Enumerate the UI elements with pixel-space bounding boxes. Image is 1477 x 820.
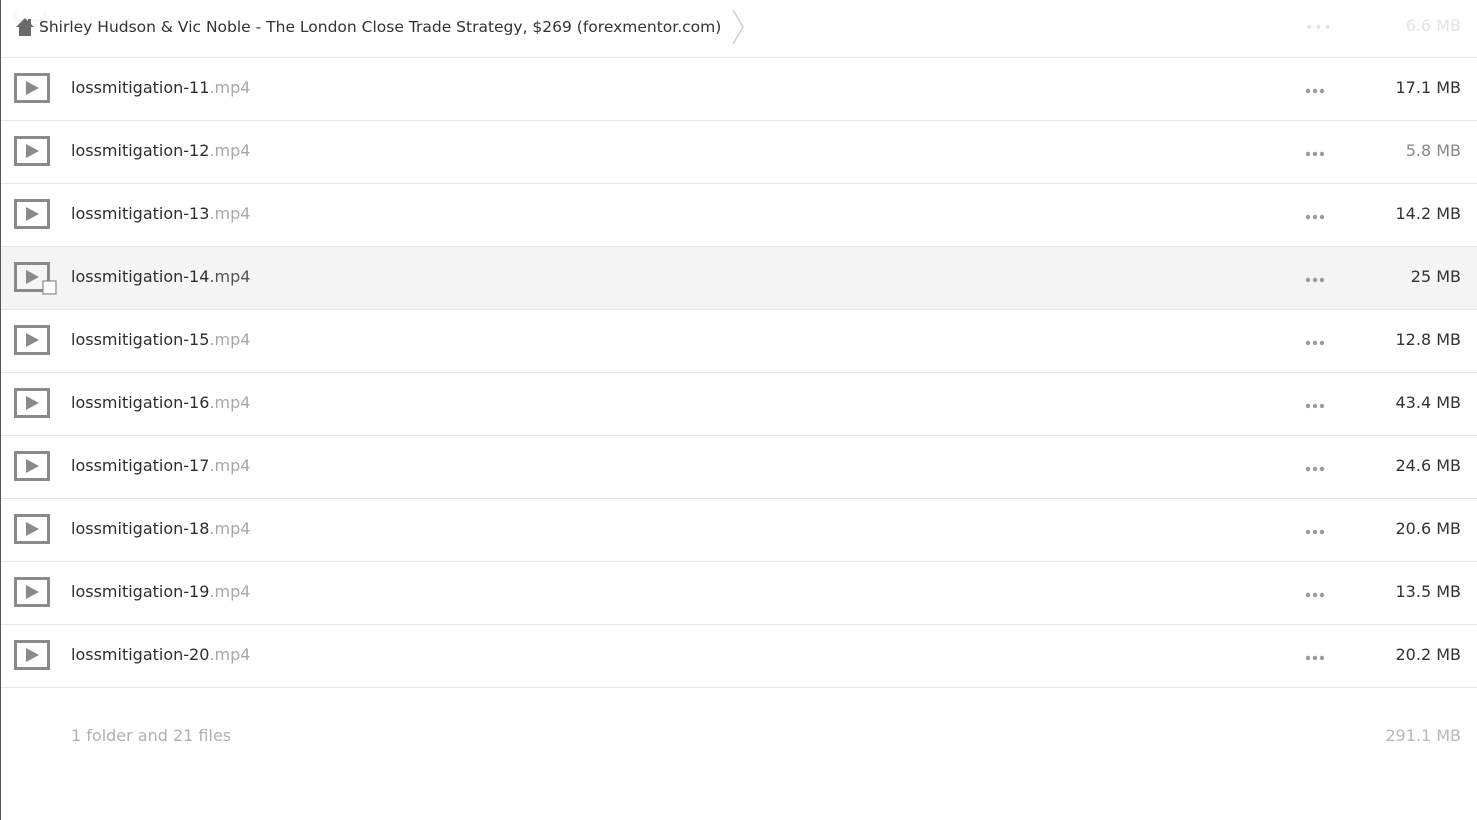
- more-options-icon: [1305, 529, 1325, 535]
- file-extension: .mp4: [209, 330, 251, 349]
- file-row[interactable]: lossmitigation-15.mp4 12.8 MB: [1, 310, 1477, 373]
- video-file-icon: [14, 199, 50, 229]
- file-list: lossmitigation-11.mp4 17.1 MB lossmitiga…: [1, 58, 1477, 688]
- folder-summary: 1 folder and 21 files 291.1 MB: [1, 718, 1477, 758]
- file-name[interactable]: lossmitigation-18.mp4: [71, 519, 250, 538]
- file-name-base: lossmitigation-11: [71, 78, 210, 97]
- file-name[interactable]: lossmitigation-12.mp4: [71, 141, 250, 160]
- file-row[interactable]: lossmitigation-17.mp4 24.6 MB: [1, 436, 1477, 499]
- file-extension: .mp4: [209, 582, 251, 601]
- more-options-icon: [1305, 88, 1325, 94]
- more-options-button[interactable]: [1301, 269, 1329, 291]
- breadcrumb-current-folder[interactable]: Shirley Hudson & Vic Noble - The London …: [39, 18, 721, 36]
- file-size: 6.6 MB: [1405, 16, 1461, 35]
- chevron-right-icon: [732, 9, 745, 45]
- file-name[interactable]: lossmitigation-19.mp4: [71, 582, 250, 601]
- file-name-base: lossmitigation-14: [71, 267, 210, 286]
- more-options-button[interactable]: [1301, 206, 1329, 228]
- more-options-icon: •••: [1305, 20, 1333, 36]
- file-size: 5.8 MB: [1405, 141, 1461, 160]
- file-name-base: lossmitigation-20: [71, 645, 210, 664]
- more-options-button[interactable]: [1301, 647, 1329, 669]
- file-size: 43.4 MB: [1395, 393, 1462, 412]
- file-extension: .mp4: [209, 78, 251, 97]
- file-extension: .mp4: [209, 456, 251, 475]
- video-file-icon: [14, 262, 57, 295]
- more-options-icon: [1305, 592, 1325, 598]
- select-checkbox[interactable]: [42, 280, 57, 295]
- file-name-base: lossmitigation-18: [71, 519, 210, 538]
- more-options-button[interactable]: [1301, 395, 1329, 417]
- file-row[interactable]: lossmitigation-11.mp4 17.1 MB: [1, 58, 1477, 121]
- video-file-icon: [14, 514, 50, 544]
- file-name-base: lossmitigation-12: [71, 141, 210, 160]
- more-options-icon: [1305, 466, 1325, 472]
- total-size: 291.1 MB: [1385, 726, 1461, 745]
- video-file-icon: [14, 136, 50, 166]
- file-name[interactable]: lossmitigation-14.mp4: [71, 267, 250, 286]
- file-name-base: lossmitigation-13: [71, 204, 210, 223]
- file-extension: .mp4: [209, 141, 251, 160]
- more-options-button[interactable]: [1301, 521, 1329, 543]
- home-icon[interactable]: [15, 17, 35, 37]
- more-options-button[interactable]: [1301, 332, 1329, 354]
- file-row[interactable]: lossmitigation-12.mp4 5.8 MB: [1, 121, 1477, 184]
- more-options-button[interactable]: [1301, 458, 1329, 480]
- video-file-icon: [14, 388, 50, 418]
- file-row[interactable]: lossmitigation-19.mp4 13.5 MB: [1, 562, 1477, 625]
- more-options-icon: [1305, 655, 1325, 661]
- file-name-base: lossmitigation-19: [71, 582, 210, 601]
- more-options-icon: [1305, 277, 1325, 283]
- file-extension: .mp4: [209, 267, 251, 286]
- file-size: 25 MB: [1410, 267, 1461, 286]
- file-name[interactable]: lossmitigation-15.mp4: [71, 330, 250, 349]
- file-size: 24.6 MB: [1395, 456, 1462, 475]
- more-options-button[interactable]: [1301, 584, 1329, 606]
- file-row[interactable]: lossmitigation-20.mp4 20.2 MB: [1, 625, 1477, 688]
- file-name[interactable]: lossmitigation-17.mp4: [71, 456, 250, 475]
- file-size: 20.2 MB: [1395, 645, 1462, 664]
- file-name-base: lossmitigation-17: [71, 456, 210, 475]
- file-extension: .mp4: [209, 519, 251, 538]
- file-size: 12.8 MB: [1395, 330, 1462, 349]
- file-row[interactable]: lossmitigation-14.mp4 25 MB: [1, 247, 1477, 310]
- file-name[interactable]: lossmitigation-20.mp4: [71, 645, 250, 664]
- file-extension: .mp4: [209, 645, 251, 664]
- file-size: 17.1 MB: [1395, 78, 1462, 97]
- file-row[interactable]: lossmitigation-18.mp4 20.6 MB: [1, 499, 1477, 562]
- video-file-icon: [14, 73, 50, 103]
- file-size: 14.2 MB: [1395, 204, 1462, 223]
- file-name[interactable]: lossmitigation-16.mp4: [71, 393, 250, 412]
- video-file-icon: [14, 451, 50, 481]
- video-file-icon: [14, 325, 50, 355]
- more-options-button[interactable]: [1301, 80, 1329, 102]
- more-options-icon: [1305, 403, 1325, 409]
- breadcrumb: Shirley Hudson & Vic Noble - The London …: [1, 0, 756, 54]
- file-row[interactable]: lossmitigation-16.mp4 43.4 MB: [1, 373, 1477, 436]
- video-file-icon: [14, 640, 50, 670]
- file-size: 13.5 MB: [1395, 582, 1462, 601]
- file-browser: ••• 6.6 MB Shirley Hudson & Vic Noble - …: [0, 0, 1477, 820]
- file-name-base: lossmitigation-15: [71, 330, 210, 349]
- file-name[interactable]: lossmitigation-11.mp4: [71, 78, 250, 97]
- more-options-icon: [1305, 151, 1325, 157]
- more-options-button[interactable]: [1301, 143, 1329, 165]
- more-options-icon: [1305, 214, 1325, 220]
- file-extension: .mp4: [209, 393, 251, 412]
- item-count: 1 folder and 21 files: [71, 726, 232, 745]
- more-options-icon: [1305, 340, 1325, 346]
- video-file-icon: [14, 577, 50, 607]
- file-name[interactable]: lossmitigation-13.mp4: [71, 204, 250, 223]
- file-extension: .mp4: [209, 204, 251, 223]
- file-row[interactable]: lossmitigation-13.mp4 14.2 MB: [1, 184, 1477, 247]
- file-name-base: lossmitigation-16: [71, 393, 210, 412]
- file-size: 20.6 MB: [1395, 519, 1462, 538]
